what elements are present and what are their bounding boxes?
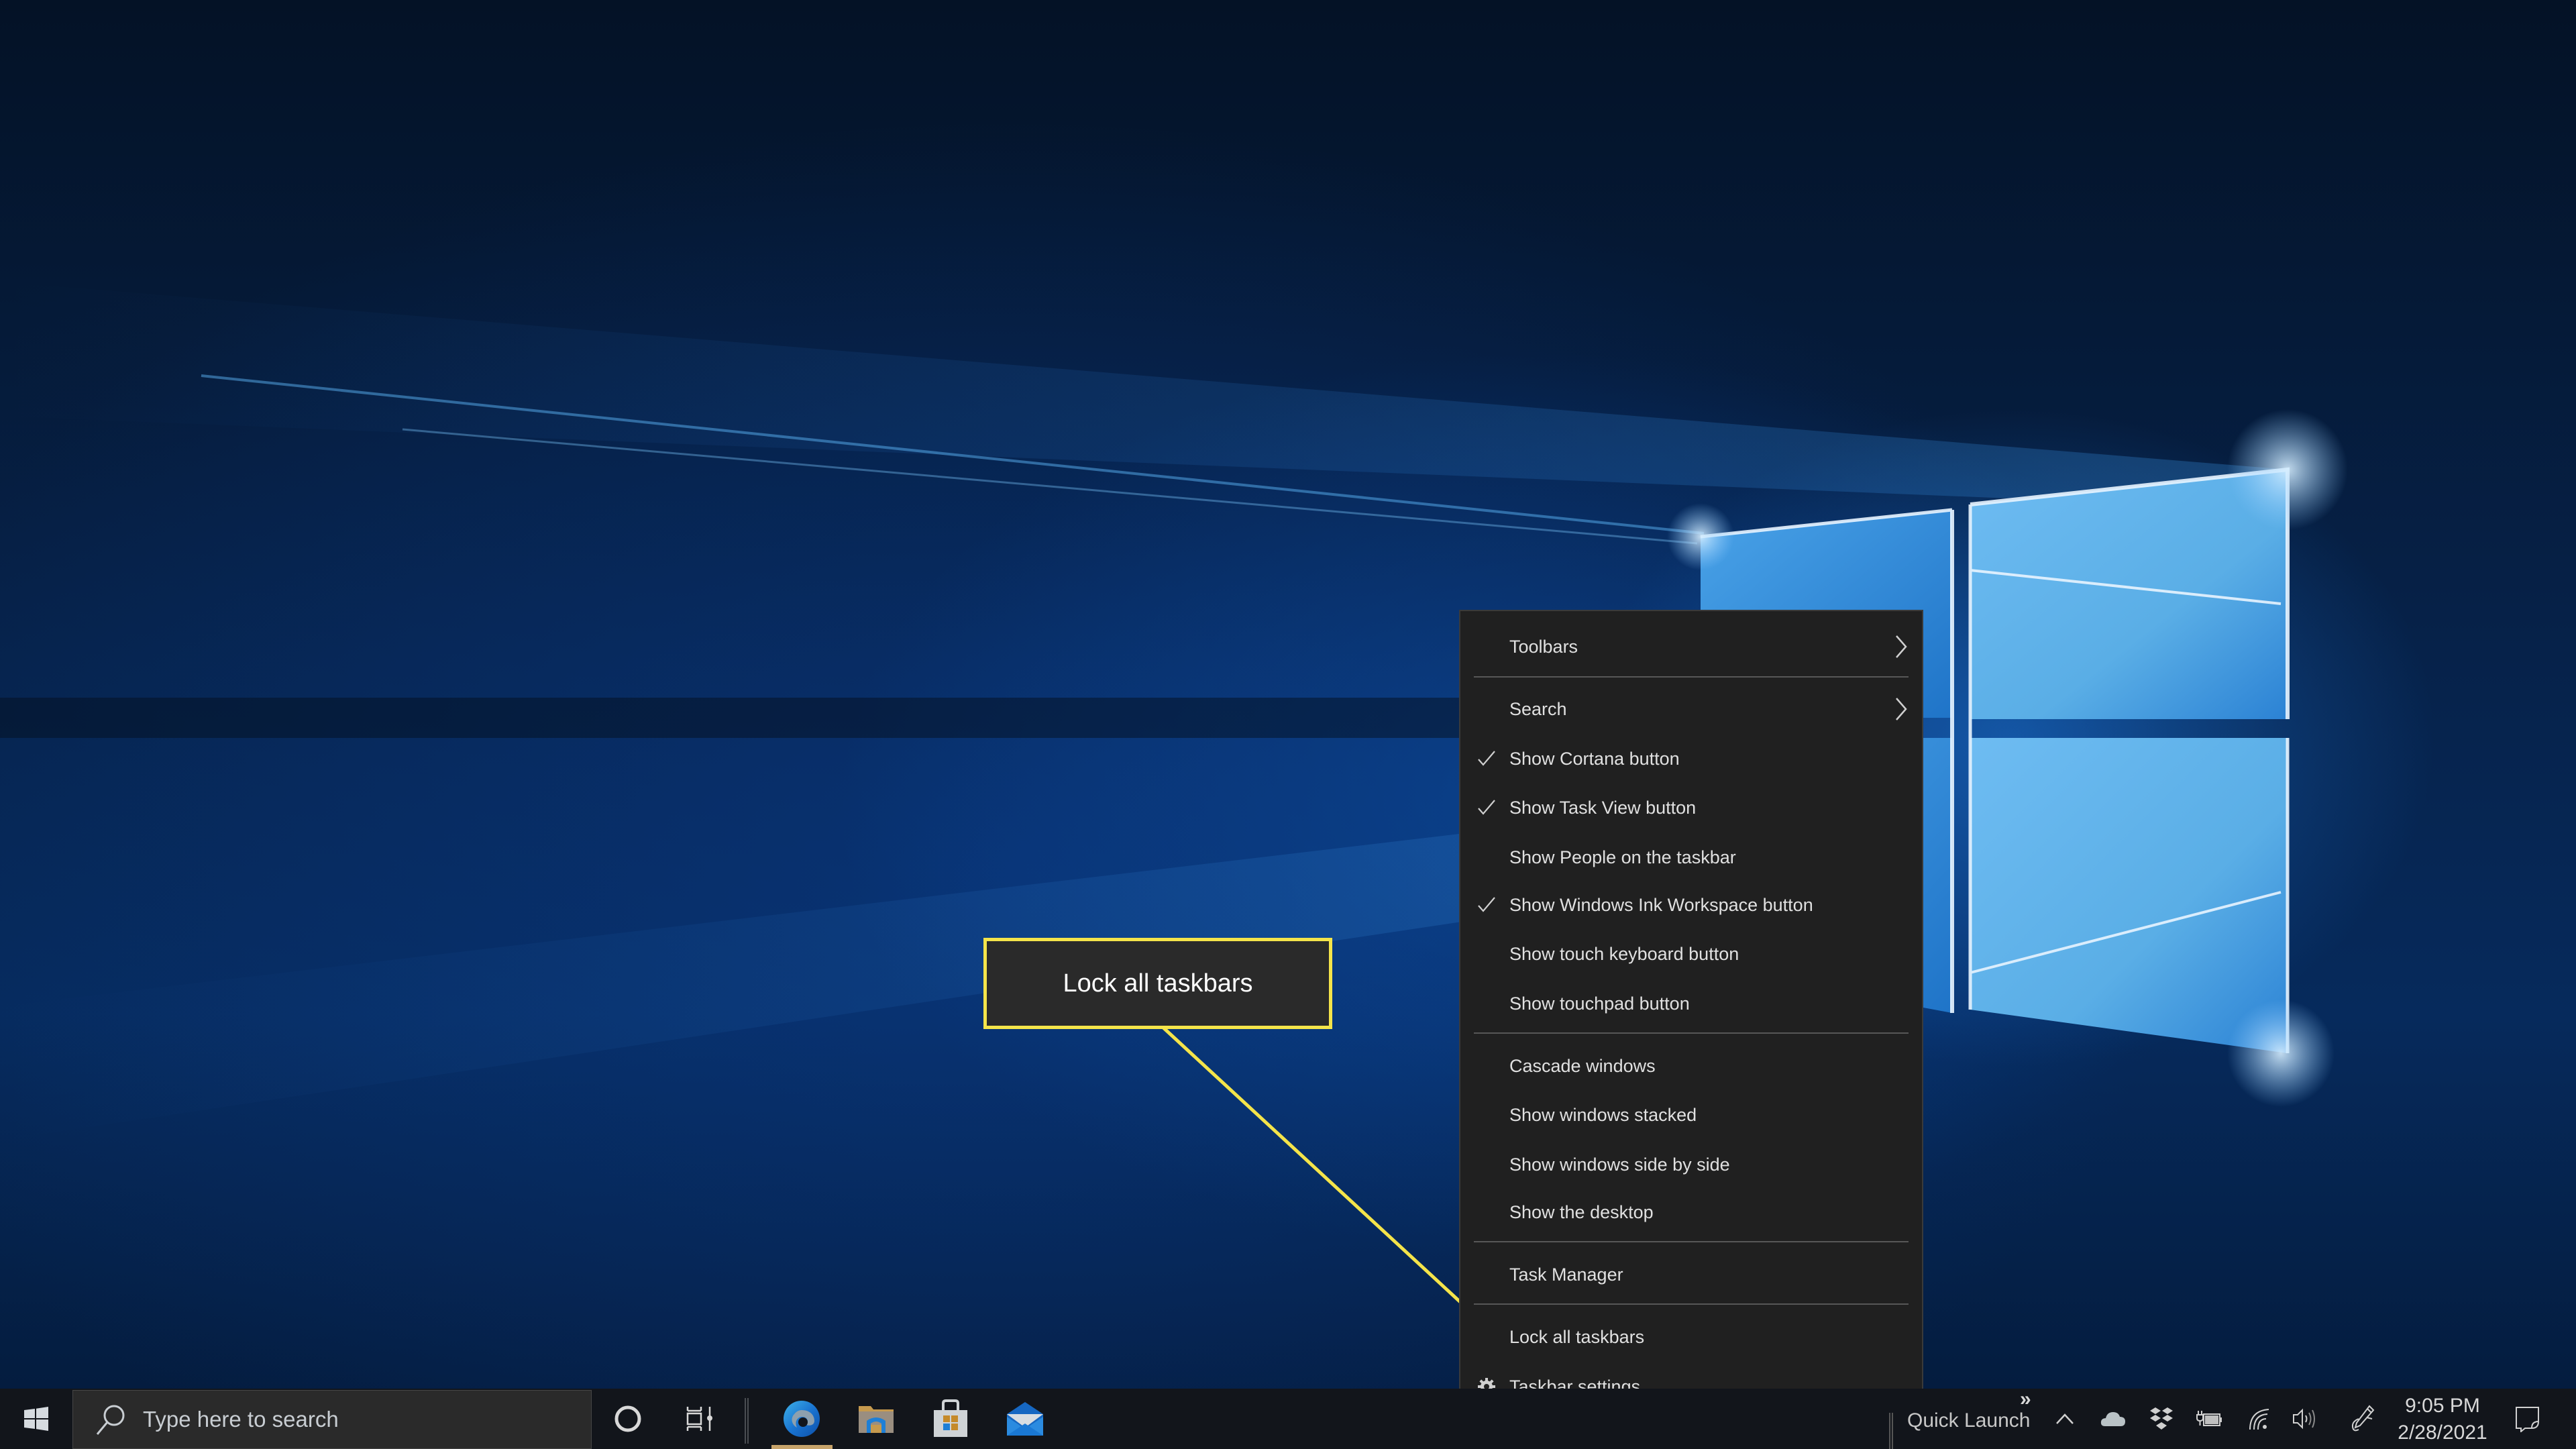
checkmark-icon [1478,751,1495,766]
logo-glow [2227,409,2348,530]
tray-network[interactable] [2239,1389,2279,1449]
taskbar-app-edge[interactable] [768,1389,835,1449]
tray-battery[interactable] [2189,1389,2229,1449]
menu-item-label: Lock all taskbars [1509,1326,1645,1347]
checkmark-icon [1478,800,1495,815]
taskbar-separator [745,1398,749,1444]
quick-launch-chevron[interactable]: » [2020,1389,2031,1410]
menu-item-show-cortana-button[interactable]: Show Cortana button [1460,736,1922,782]
menu-separator [1474,1241,1909,1242]
menu-item-show-windows-stacked[interactable]: Show windows stacked [1460,1092,1922,1138]
menu-item-label: Show the desktop [1509,1201,1654,1222]
logo-pane-bottom-right [1970,738,2288,1053]
menu-item-label: Show People on the taskbar [1509,847,1736,867]
menu-item-label: Show touch keyboard button [1509,943,1739,964]
menu-separator [1474,676,1909,678]
taskbar-context-menu: Toolbars Search Show Cortana button Show… [1459,610,1923,1419]
checkmark-icon [1478,897,1495,912]
menu-item-toolbars[interactable]: Toolbars [1460,624,1922,669]
menu-item-show-people[interactable]: Show People on the taskbar [1460,835,1922,880]
menu-item-label: Task Manager [1509,1264,1623,1285]
menu-item-search[interactable]: Search [1460,686,1922,732]
menu-item-lock-all-taskbars[interactable]: Lock all taskbars [1460,1314,1922,1360]
menu-item-label: Show windows side by side [1509,1154,1730,1175]
logo-glow [2227,1000,2334,1107]
folder-icon [859,1406,894,1433]
callout-label: Lock all taskbars [1063,969,1253,998]
edge-icon [784,1401,820,1437]
search-box[interactable] [72,1390,592,1449]
volume-icon [2293,1408,2315,1430]
menu-item-label: Show Cortana button [1509,748,1680,769]
cortana-button[interactable] [601,1389,655,1449]
tray-windows-ink[interactable] [2343,1389,2383,1449]
wifi-icon [2249,1409,2269,1430]
menu-item-label: Toolbars [1509,636,1578,657]
tray-volume[interactable] [2284,1389,2324,1449]
menu-item-cascade-windows[interactable]: Cascade windows [1460,1043,1922,1089]
dark-band [0,698,1459,738]
menu-item-label: Cascade windows [1509,1055,1656,1076]
menu-separator [1474,1303,1909,1305]
action-center-button[interactable] [2508,1389,2548,1449]
menu-item-label: Show Windows Ink Workspace button [1509,894,1813,915]
chevron-right-icon [1896,635,1907,658]
task-view-button[interactable] [673,1389,727,1449]
action-center-icon [2516,1407,2539,1432]
search-icon [96,1405,125,1435]
menu-item-label: Show touchpad button [1509,993,1690,1014]
menu-item-task-manager[interactable]: Task Manager [1460,1252,1922,1297]
wallpaper [0,282,2348,1140]
show-hidden-icons-button[interactable] [2045,1389,2085,1449]
taskbar: Quick Launch » [0,1389,2576,1449]
desktop [0,0,2576,1449]
clock[interactable]: 9:05 PM 2/28/2021 [2392,1393,2493,1446]
quick-launch-toolbar-label[interactable]: Quick Launch [1907,1406,2030,1436]
taskbar-app-microsoft-store[interactable] [917,1389,984,1449]
active-app-indicator [771,1445,833,1449]
menu-item-label: Search [1509,698,1567,719]
dropbox-icon [2150,1407,2173,1430]
menu-item-show-task-view-button[interactable]: Show Task View button [1460,785,1922,830]
quick-launch-grip[interactable] [1889,1413,1893,1449]
menu-item-show-touchpad-button[interactable]: Show touchpad button [1460,981,1922,1026]
onedrive-icon [2100,1412,2125,1426]
light-beam [0,805,1704,1140]
start-button[interactable] [0,1389,72,1449]
chevron-right-icon [1896,698,1907,720]
taskbar-app-mail[interactable] [991,1389,1059,1449]
task-view-icon [686,1407,712,1431]
menu-item-label: Show Task View button [1509,797,1697,818]
callout-box: Lock all taskbars [983,938,1332,1029]
mail-icon [1007,1402,1043,1436]
logo-glow [1667,503,1734,570]
cortana-ring-icon [614,1405,641,1432]
menu-item-show-touch-keyboard-button[interactable]: Show touch keyboard button [1460,931,1922,977]
store-bag-icon [934,1399,967,1437]
menu-separator [1474,1032,1909,1034]
taskbar-app-file-explorer[interactable] [843,1389,910,1449]
windows-ink-icon [2351,1405,2375,1432]
chevron-up-icon [2056,1413,2074,1424]
search-input[interactable] [142,1406,547,1433]
clock-date: 2/28/2021 [2398,1421,2487,1444]
tray-onedrive[interactable] [2093,1389,2133,1449]
menu-item-show-windows-ink-workspace-button[interactable]: Show Windows Ink Workspace button [1460,882,1922,928]
clock-time: 9:05 PM [2405,1395,2480,1417]
windows-logo-icon [24,1407,48,1431]
menu-item-show-the-desktop[interactable]: Show the desktop [1460,1189,1922,1235]
tray-dropbox[interactable] [2141,1389,2182,1449]
logo-pane-top-right [1970,470,2288,719]
battery-charging-icon [2196,1411,2222,1426]
menu-item-label: Show windows stacked [1509,1104,1697,1125]
menu-item-show-windows-side-by-side[interactable]: Show windows side by side [1460,1142,1922,1187]
